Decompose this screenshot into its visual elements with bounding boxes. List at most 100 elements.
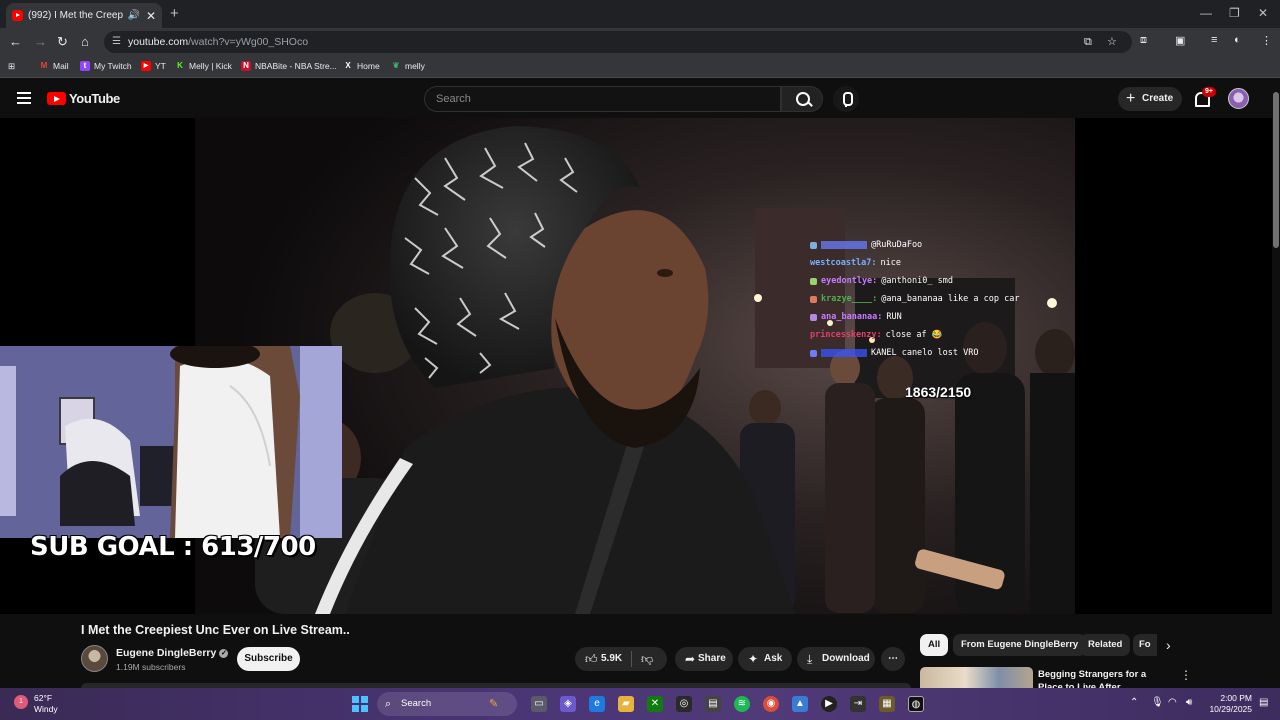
install-app-icon[interactable]: ⧉ xyxy=(1084,31,1092,53)
extensions-icon[interactable]: ⧈ xyxy=(1140,34,1147,47)
bookmark-melly[interactable]: ❦ melly xyxy=(391,61,425,71)
recommendation-title[interactable]: Begging Strangers for a Place to Live Af… xyxy=(1038,668,1168,688)
weather-widget[interactable]: 1 62°F Windy xyxy=(14,693,58,715)
chat-badge-icon xyxy=(810,313,817,321)
leaf-icon: ❦ xyxy=(392,61,400,70)
home-icon[interactable]: ⌂ xyxy=(81,34,89,49)
chat-username: westcoastla7: xyxy=(810,258,877,268)
browser-tab[interactable]: (992) I Met the Creepiest Unc 🔊 ✕ xyxy=(6,3,162,28)
chip-more[interactable]: Fo xyxy=(1133,634,1157,656)
apps-grid-icon[interactable]: ⊞ xyxy=(8,61,15,72)
bookmark-home[interactable]: X Home xyxy=(343,61,379,71)
create-button[interactable]: + Create xyxy=(1118,87,1182,111)
forward-icon[interactable]: → xyxy=(34,34,47,49)
chip-related[interactable]: Related xyxy=(1080,634,1131,656)
app-icon[interactable]: ⇥ xyxy=(850,696,866,712)
more-icon: ⋯ xyxy=(888,653,898,664)
chevron-right-icon[interactable]: › xyxy=(1166,637,1171,653)
chat-text: @ana_bananaa like a cop car xyxy=(881,294,1020,304)
chat-text: KANEL canelo lost VRO xyxy=(871,348,979,358)
minecraft-icon[interactable]: ▦ xyxy=(879,696,895,712)
recommendation-menu-icon[interactable]: ⋮ xyxy=(1180,668,1192,682)
back-icon[interactable]: ← xyxy=(9,34,22,49)
bookmark-my-twitch[interactable]: t My Twitch xyxy=(80,61,132,71)
bookmark-star-icon[interactable]: ☆ xyxy=(1107,31,1117,53)
microphone-icon[interactable]: 🎙︎ xyxy=(1151,697,1164,708)
taskbar-search[interactable]: ⌕ Search ✎ xyxy=(377,692,517,716)
side-panel-icon[interactable]: ▣ xyxy=(1175,34,1185,47)
bookmark-yt[interactable]: ▶ YT xyxy=(141,61,166,71)
volume-icon[interactable]: 🔊︎ xyxy=(1186,697,1192,708)
page-scrollbar[interactable] xyxy=(1272,80,1280,688)
system-clock[interactable]: 2:00 PM 10/29/2025 xyxy=(1208,693,1252,715)
xbox-icon[interactable]: ✕ xyxy=(647,696,663,712)
obs-icon[interactable]: ◍ xyxy=(908,696,924,712)
media-control-icon[interactable]: ≡ xyxy=(1211,34,1217,46)
reload-icon[interactable]: ↻ xyxy=(57,34,68,50)
share-icon: ➦ xyxy=(685,652,696,666)
account-avatar[interactable] xyxy=(1228,88,1249,109)
task-view-icon[interactable]: ▭ xyxy=(531,696,547,712)
photos-icon[interactable]: ▲ xyxy=(792,696,808,712)
chat-message: ana_bananaa: RUN xyxy=(810,308,1070,326)
ask-button[interactable]: ✦ Ask xyxy=(738,647,792,671)
chip-from-channel[interactable]: From Eugene DingleBerry xyxy=(953,634,1087,656)
chat-message: krazye____: @ana_bananaa like a cop car xyxy=(810,290,1070,308)
close-tab-icon[interactable]: ✕ xyxy=(146,9,156,23)
notification-center-icon[interactable]: ▤ xyxy=(1259,697,1268,708)
share-button[interactable]: ➦ Share xyxy=(675,647,733,671)
subscribe-button[interactable]: Subscribe xyxy=(237,647,300,671)
voice-search-icon[interactable] xyxy=(833,86,859,112)
minimize-icon[interactable]: — xyxy=(1200,6,1212,20)
wifi-icon[interactable]: ◠ xyxy=(1168,697,1177,708)
speaker-icon[interactable]: 🔊 xyxy=(127,10,139,21)
download-button[interactable]: ⤓ Download xyxy=(797,647,875,671)
follower-goal-counter: 1863/2150 xyxy=(905,384,972,400)
github-icon[interactable]: ◎ xyxy=(676,696,692,712)
search-input[interactable]: Search xyxy=(424,86,781,112)
youtube-logo[interactable]: YouTube xyxy=(47,91,120,106)
more-actions-button[interactable]: ⋯ xyxy=(881,647,905,671)
chrome-icon[interactable]: ◉ xyxy=(763,696,779,712)
sparkle-icon: ✦ xyxy=(748,652,759,666)
like-count[interactable]: 5.9K xyxy=(601,647,622,671)
media-player-icon[interactable]: ▶ xyxy=(821,696,837,712)
video-player[interactable]: @RuRuDaFoo westcoastla7: nice eyedontlye: @a… xyxy=(0,118,1272,614)
bookmark-nbabite[interactable]: N NBABite - NBA Stre... xyxy=(241,61,337,71)
store-icon[interactable]: ▤ xyxy=(705,696,721,712)
chat-message: westcoastla7: nice xyxy=(810,254,1070,272)
close-window-icon[interactable]: ✕ xyxy=(1258,6,1268,20)
search-highlight-icon: ✎ xyxy=(489,698,499,710)
new-tab-button[interactable]: + xyxy=(170,5,179,22)
site-info-icon[interactable]: ☰ xyxy=(112,31,121,53)
chat-message: @RuRuDaFoo xyxy=(810,236,1070,254)
chat-username: princesskenzy: xyxy=(810,330,882,340)
search-button[interactable] xyxy=(781,86,823,112)
chat-text: RUN xyxy=(886,312,902,322)
channel-name[interactable]: Eugene DingleBerry ✓ xyxy=(116,647,229,659)
windows-start-icon[interactable] xyxy=(352,696,368,712)
notifications-icon[interactable]: 9+ xyxy=(1193,87,1216,108)
weather-alert-icon: 1 xyxy=(14,695,28,709)
browser-menu-icon[interactable]: ⋮ xyxy=(1261,34,1272,47)
edge-icon[interactable]: e xyxy=(589,696,605,712)
file-explorer-icon[interactable]: ▰ xyxy=(618,696,634,712)
redacted-username xyxy=(821,241,867,249)
thumbs-down-icon[interactable]: 👎︎ xyxy=(641,647,653,671)
bookmark-melly-kick[interactable]: K Melly | Kick xyxy=(175,61,232,71)
chat-username: eyedontlye: xyxy=(821,276,878,286)
restore-icon[interactable]: ❐ xyxy=(1229,6,1240,20)
thumbs-up-icon[interactable]: 👍︎ xyxy=(585,647,598,671)
tray-overflow-icon[interactable]: ⌃ xyxy=(1130,697,1138,708)
copilot-icon[interactable]: ◈ xyxy=(560,696,576,712)
chip-all[interactable]: All xyxy=(920,634,949,656)
channel-avatar[interactable] xyxy=(81,645,108,672)
address-bar[interactable]: ☰ youtube.com/watch?v=yWg00_SHOco ⧉ ☆ xyxy=(104,31,1132,53)
recommendation-thumbnail[interactable] xyxy=(920,667,1033,688)
bookmark-mail[interactable]: M Mail xyxy=(39,61,69,71)
spotify-icon[interactable]: ≋ xyxy=(734,696,750,712)
menu-icon[interactable] xyxy=(17,92,31,104)
chat-text: @RuRuDaFoo xyxy=(871,240,923,250)
profile-icon[interactable]: ◐ xyxy=(1234,34,1241,46)
scrollbar-thumb[interactable] xyxy=(1273,92,1279,248)
